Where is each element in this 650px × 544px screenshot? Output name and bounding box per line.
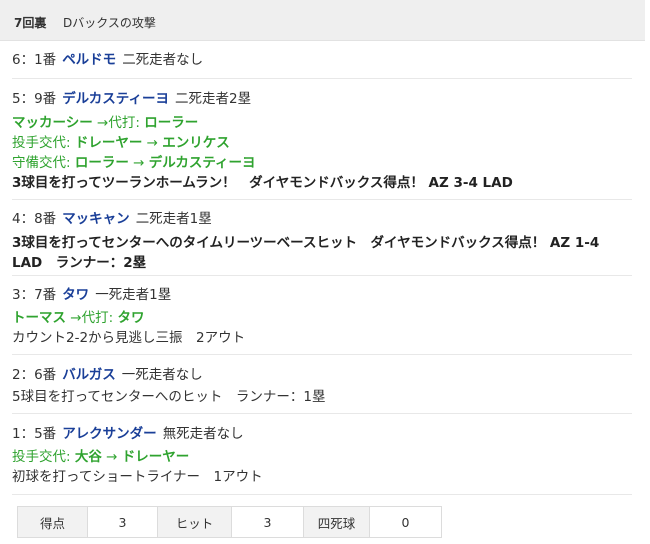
divider: [12, 78, 632, 79]
walks-value: 0: [369, 506, 442, 538]
sub-arrow: →: [133, 155, 145, 171]
divider: [12, 354, 632, 355]
hits-value: 3: [231, 506, 304, 538]
play-result-cont: LAD ランナー：2塁: [12, 255, 147, 271]
sub-arrow: →: [146, 135, 158, 151]
batter-name-link[interactable]: バルガス: [62, 367, 116, 383]
batter-name-link[interactable]: マッキャン: [62, 211, 130, 227]
sub-to: ローラー: [144, 115, 199, 131]
plate-appearance: 2：6番 バルガス 一死走者なし: [12, 365, 203, 385]
base-situation: 一死走者なし: [121, 367, 203, 383]
divider: [12, 199, 632, 200]
plate-appearance: 6：1番 ペルドモ 二死走者なし: [12, 50, 203, 70]
plate-appearance: 4：8番 マッキャン 二死走者1塁: [12, 209, 212, 229]
divider: [12, 413, 632, 414]
batter-order: 3：7番: [12, 287, 57, 303]
base-situation: 二死走者1塁: [135, 211, 212, 227]
inning-header: 7回裏 Dバックスの攻撃: [0, 0, 645, 41]
batter-name-link[interactable]: デルカスティーヨ: [62, 91, 169, 107]
divider: [12, 494, 632, 495]
batter-order: 6：1番: [12, 52, 57, 68]
play-result: カウント2-2から見逃し三振 2アウト: [12, 330, 246, 346]
substitution: マッカーシー →代打: ローラー: [12, 113, 198, 133]
inning-play-log: 7回裏 Dバックスの攻撃 6：1番 ペルドモ 二死走者なし 5：9番 デルカスティーヨ…: [0, 0, 650, 544]
play-result: 初球を打ってショートライナー 1アウト: [12, 469, 263, 485]
plate-appearance: 5：9番 デルカスティーヨ 二死走者2塁: [12, 89, 251, 109]
sub-arrow: →: [106, 449, 118, 465]
sub-player: マッカーシー: [12, 115, 93, 131]
sub-type: 守備交代:: [12, 155, 71, 171]
sub-type: 投手交代:: [12, 135, 71, 151]
sub-type: 投手交代:: [12, 449, 71, 465]
batter-name-link[interactable]: ペルドモ: [62, 52, 116, 68]
plate-appearance: 3：7番 タワ 一死走者1塁: [12, 285, 171, 305]
sub-to: ドレーヤー: [121, 449, 190, 465]
substitution: トーマス →代打: タワ: [12, 308, 144, 328]
sub-from: ローラー: [74, 155, 129, 171]
batter-order: 4：8番: [12, 211, 57, 227]
batter-name-link[interactable]: アレクサンダー: [62, 426, 157, 442]
base-situation: 無死走者なし: [162, 426, 244, 442]
runs-value: 3: [87, 506, 158, 538]
base-situation: 二死走者なし: [122, 52, 204, 68]
divider: [12, 275, 632, 276]
inning-label: 7回裏: [14, 16, 47, 30]
hits-label: ヒット: [157, 506, 232, 538]
base-situation: 二死走者2塁: [174, 91, 252, 107]
play-result: 3球目を打ってセンターへのタイムリーツーベースヒット ダイヤモンドバックス得点！…: [12, 235, 600, 251]
batter-order: 2：6番: [12, 367, 57, 383]
substitution: 投手交代: 大谷 → ドレーヤー: [12, 447, 189, 467]
sub-from: 大谷: [74, 449, 102, 465]
sub-to: エンリケス: [162, 135, 230, 151]
play-result: 3球目を打ってツーランホームラン！ ダイヤモンドバックス得点！ AZ 3-4 L…: [12, 175, 513, 191]
sub-arrow: →代打:: [70, 310, 114, 326]
plate-appearance: 1：5番 アレクサンダー 無死走者なし: [12, 424, 244, 444]
base-situation: 一死走者1塁: [95, 287, 172, 303]
play-result: 5球目を打ってセンターへのヒット ランナー：1塁: [12, 389, 326, 405]
substitution: 投手交代: ドレーヤー → エンリケス: [12, 133, 230, 153]
walks-label: 四死球: [303, 506, 370, 538]
runs-label: 得点: [17, 506, 88, 538]
sub-arrow: →代打:: [97, 115, 140, 131]
batter-name-link[interactable]: タワ: [62, 287, 89, 303]
attack-team-label: Dバックスの攻撃: [63, 16, 156, 30]
sub-to: タワ: [117, 310, 145, 326]
inning-stats-table: 得点 3 ヒット 3 四死球 0: [17, 506, 442, 538]
sub-from: ドレーヤー: [74, 135, 143, 151]
substitution: 守備交代: ローラー → デルカスティーヨ: [12, 153, 256, 173]
batter-order: 1：5番: [12, 426, 57, 442]
sub-player: トーマス: [12, 310, 66, 326]
sub-to: デルカスティーヨ: [148, 155, 256, 171]
batter-order: 5：9番: [12, 91, 57, 107]
